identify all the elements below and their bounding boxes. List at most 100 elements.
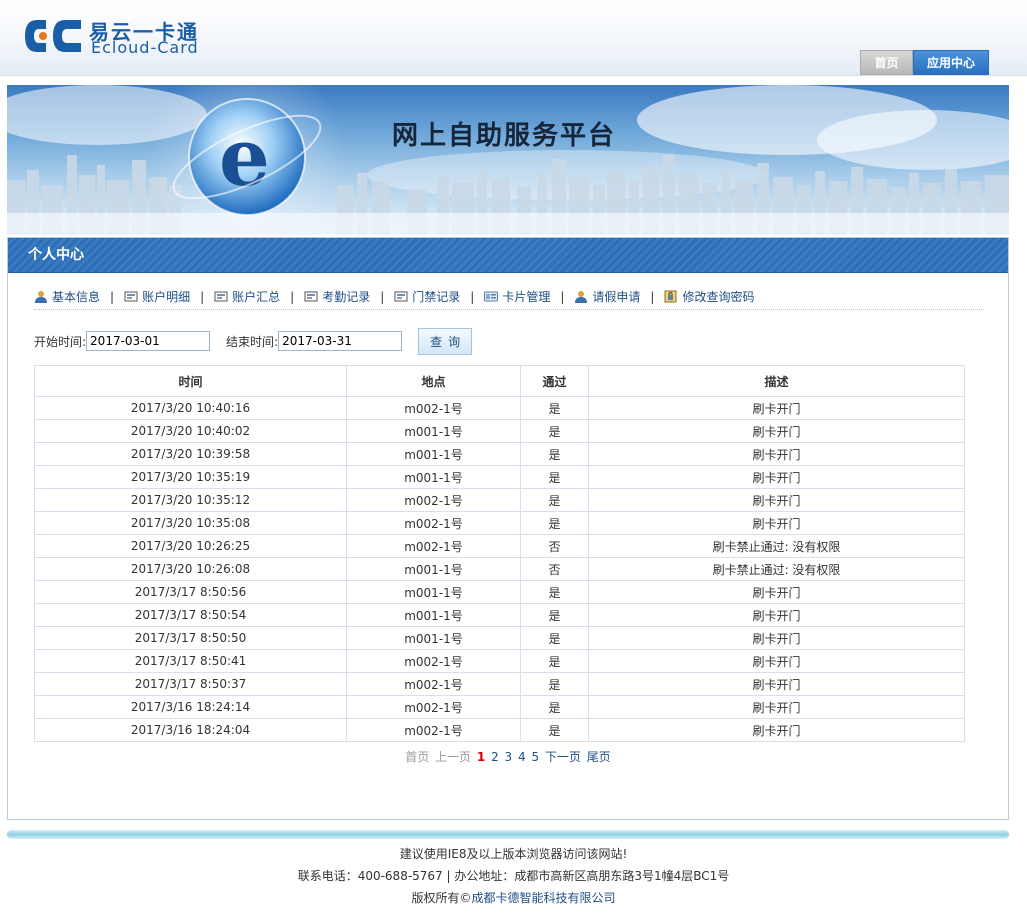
table-row: 2017/3/20 10:35:19 m001-1号是刷卡开门 [34, 465, 965, 489]
cell-time: 2017/3/17 8:50:50 [34, 626, 347, 650]
cell-passed: 是 [520, 511, 589, 535]
access-records-table: 时间 地点 通过 描述 2017/3/20 10:40:16 m002-1号是刷卡… [34, 365, 965, 742]
separator: | [380, 289, 385, 304]
subnav-change-query-password[interactable]: 修改查询密码 [664, 288, 754, 305]
svg-text:e: e [219, 110, 270, 204]
cell-passed: 是 [520, 488, 589, 512]
pager-page-3[interactable]: 3 [505, 750, 513, 764]
table-row: 2017/3/20 10:35:08 m002-1号是刷卡开门 [34, 511, 965, 535]
cell-time: 2017/3/17 8:50:54 [34, 603, 347, 627]
pager-page-4[interactable]: 4 [518, 750, 526, 764]
cell-description: 刷卡开门 [588, 718, 965, 742]
browser-recommendation: 建议使用IE8及以上版本浏览器访问该网站! [399, 847, 628, 861]
footer-divider [7, 830, 1009, 839]
card-icon [394, 291, 408, 302]
subnav-basic-info[interactable]: 基本信息 [34, 288, 100, 305]
pager-last[interactable]: 尾页 [587, 750, 611, 764]
subnav-leave-request[interactable]: 请假申请 [574, 288, 640, 305]
separator: | [200, 289, 205, 304]
site-logo[interactable]: 易云一卡通 Ecloud-Card [25, 14, 235, 60]
cell-description: 刷卡开门 [588, 580, 965, 604]
cell-passed: 是 [520, 649, 589, 673]
cell-time: 2017/3/16 18:24:04 [34, 718, 347, 742]
cell-description: 刷卡开门 [588, 442, 965, 466]
cell-passed: 是 [520, 718, 589, 742]
card-icon [124, 291, 138, 302]
nav-home-button[interactable]: 首页 [860, 50, 913, 75]
query-button[interactable]: 查询 [418, 327, 473, 355]
cell-location: m001-1号 [346, 442, 521, 466]
subnav-access-records[interactable]: 门禁记录 [394, 288, 460, 305]
subnav-label: 账户汇总 [232, 290, 281, 304]
pager-page-1: 1 [476, 750, 486, 764]
cell-time: 2017/3/17 8:50:56 [34, 580, 347, 604]
separator: | [470, 289, 475, 304]
logo-mark-icon [25, 20, 81, 52]
lock-icon [664, 290, 677, 303]
pager-first: 首页 [405, 750, 430, 764]
cell-description: 刷卡开门 [588, 419, 965, 443]
separator: | [650, 289, 655, 304]
cell-location: m002-1号 [346, 695, 521, 719]
cell-time: 2017/3/20 10:35:19 [34, 465, 347, 489]
cell-passed: 是 [520, 465, 589, 489]
cell-time: 2017/3/20 10:26:25 [34, 534, 347, 558]
cell-location: m001-1号 [346, 419, 521, 443]
subnav-account-summary[interactable]: 账户汇总 [214, 288, 280, 305]
cell-description: 刷卡开门 [588, 626, 965, 650]
subnav-label: 卡片管理 [502, 290, 551, 304]
cell-time: 2017/3/17 8:50:37 [34, 672, 347, 696]
pager-page-5[interactable]: 5 [531, 750, 539, 764]
cell-passed: 是 [520, 419, 589, 443]
cell-description: 刷卡开门 [588, 649, 965, 673]
subnav-account-details[interactable]: 账户明细 [124, 288, 190, 305]
user-icon [575, 291, 588, 303]
subnav-card-management[interactable]: 卡片管理 [484, 288, 550, 305]
cell-passed: 是 [520, 626, 589, 650]
cell-passed: 是 [520, 603, 589, 627]
pager-next[interactable]: 下一页 [545, 750, 581, 764]
cell-time: 2017/3/20 10:39:58 [34, 442, 347, 466]
cell-time: 2017/3/20 10:40:02 [34, 419, 347, 443]
cell-description: 刷卡开门 [588, 396, 965, 420]
table-row: 2017/3/20 10:26:25 m002-1号否刷卡禁止通过: 没有权限 [34, 534, 965, 558]
cell-passed: 否 [520, 557, 589, 581]
cell-location: m001-1号 [346, 465, 521, 489]
user-icon [35, 291, 47, 303]
table-row: 2017/3/17 8:50:56 m001-1号是刷卡开门 [34, 580, 965, 604]
subnav-label: 考勤记录 [322, 290, 371, 304]
id-card-icon [484, 291, 499, 302]
end-time-input[interactable] [278, 331, 403, 351]
start-time-input[interactable] [86, 331, 211, 351]
table-row: 2017/3/20 10:40:16 m002-1号是刷卡开门 [34, 396, 965, 420]
separator: | [110, 289, 115, 304]
pager-prev: 上一页 [435, 750, 472, 764]
separator: | [290, 289, 295, 304]
column-header-time: 时间 [34, 365, 347, 397]
pager-page-2[interactable]: 2 [491, 750, 499, 764]
cell-description: 刷卡开门 [588, 603, 965, 627]
table-row: 2017/3/17 8:50:54 m001-1号是刷卡开门 [34, 603, 965, 627]
site-header: 易云一卡通 Ecloud-Card 首页 应用中心 [0, 0, 1027, 76]
banner-skyline-illustration: e [7, 85, 1009, 235]
subnav-label: 账户明细 [142, 290, 191, 304]
column-header-location: 地点 [346, 365, 521, 397]
table-row: 2017/3/20 10:26:08 m001-1号否刷卡禁止通过: 没有权限 [34, 557, 965, 581]
subnav-label: 请假申请 [592, 290, 641, 304]
top-navigation: 首页 应用中心 [860, 50, 989, 75]
nav-app-center-button[interactable]: 应用中心 [913, 50, 989, 75]
column-header-description: 描述 [588, 365, 965, 397]
subnav-attendance-records[interactable]: 考勤记录 [304, 288, 370, 305]
cell-location: m002-1号 [346, 534, 521, 558]
company-link[interactable]: 成都卡德智能科技有限公司 [472, 891, 616, 905]
cell-location: m002-1号 [346, 649, 521, 673]
table-row: 2017/3/17 8:50:50 m001-1号是刷卡开门 [34, 626, 965, 650]
cell-time: 2017/3/20 10:26:08 [34, 557, 347, 581]
table-row: 2017/3/16 18:24:04 m002-1号是刷卡开门 [34, 718, 965, 742]
cell-passed: 是 [520, 580, 589, 604]
subnav-label: 门禁记录 [412, 290, 461, 304]
table-header-row: 时间 地点 通过 描述 [34, 365, 965, 397]
banner-title: 网上自助服务平台 [392, 121, 617, 151]
logo-english-name: Ecloud-Card [91, 38, 199, 57]
column-header-passed: 通过 [520, 365, 589, 397]
